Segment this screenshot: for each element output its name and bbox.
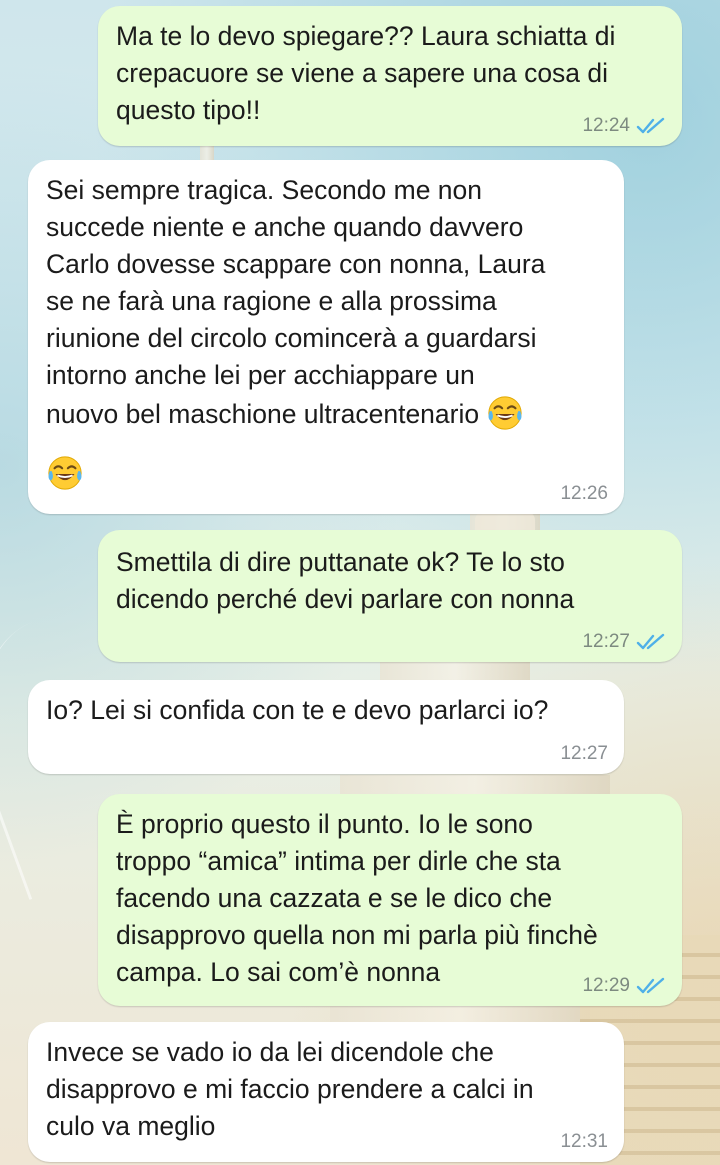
message-text: Smettila di dire puttanate ok? Te lo sto… (116, 547, 575, 614)
double-check-read-icon (636, 977, 665, 994)
double-check-read-icon (636, 117, 665, 134)
message-text: Io? Lei si confida con te e devo parlarc… (46, 695, 549, 725)
message-time: 12:31 (560, 1131, 608, 1152)
outgoing-message[interactable]: È proprio questo il punto. Io le sono tr… (98, 794, 682, 1006)
message-text: È proprio questo il punto. Io le sono tr… (116, 809, 598, 987)
message-text: Invece se vado io da lei dicendole che d… (46, 1037, 534, 1141)
message-meta: 12:24 (582, 116, 666, 136)
message-meta: 12:27 (582, 632, 666, 652)
message-meta: 12:27 (560, 744, 608, 764)
message-time: 12:27 (560, 743, 608, 764)
message-meta: 12:31 (560, 1132, 608, 1152)
incoming-message[interactable]: Io? Lei si confida con te e devo parlarc… (28, 680, 624, 774)
message-time: 12:26 (560, 483, 608, 504)
message-time: 12:29 (582, 975, 630, 996)
outgoing-message[interactable]: Ma te lo devo spiegare?? Laura schiatta … (98, 6, 682, 146)
message-meta: 12:29 (582, 976, 666, 996)
message-meta: 12:26 (560, 484, 608, 504)
outgoing-message[interactable]: Smettila di dire puttanate ok? Te lo sto… (98, 530, 682, 662)
incoming-message[interactable]: Sei sempre tragica. Secondo me non succe… (28, 160, 624, 514)
message-text: Ma te lo devo spiegare?? Laura schiatta … (116, 21, 616, 125)
incoming-message[interactable]: Invece se vado io da lei dicendole che d… (28, 1022, 624, 1162)
face-with-tears-of-joy-icon (488, 396, 523, 430)
message-time: 12:27 (582, 631, 630, 652)
face-with-tears-of-joy-icon (48, 456, 82, 490)
double-check-read-icon (636, 633, 665, 650)
message-list[interactable]: Ma te lo devo spiegare?? Laura schiatta … (0, 0, 720, 1165)
message-time: 12:24 (582, 115, 630, 136)
message-text: Sei sempre tragica. Secondo me non succe… (46, 172, 606, 433)
